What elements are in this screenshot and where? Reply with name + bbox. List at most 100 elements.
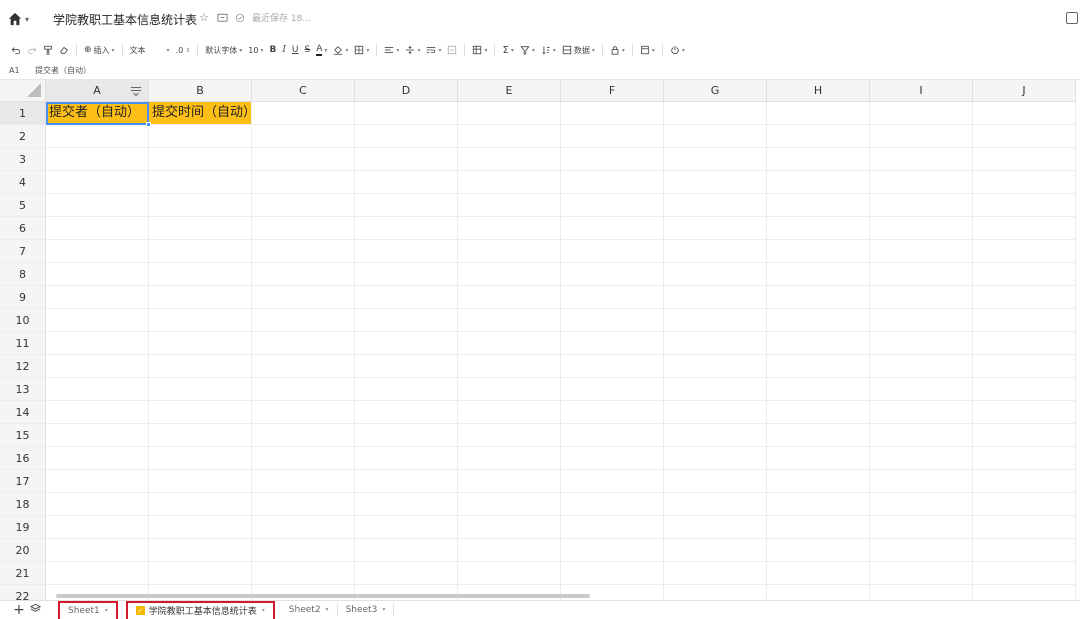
cell-e2[interactable] bbox=[458, 125, 561, 148]
row-header-19[interactable]: 19 bbox=[0, 516, 46, 539]
cell-d19[interactable] bbox=[355, 516, 458, 539]
cell-c19[interactable] bbox=[252, 516, 355, 539]
cell-g19[interactable] bbox=[664, 516, 767, 539]
cell-j15[interactable] bbox=[973, 424, 1076, 447]
cell-b2[interactable] bbox=[149, 125, 252, 148]
cell-e15[interactable] bbox=[458, 424, 561, 447]
cell-h6[interactable] bbox=[767, 217, 870, 240]
cell-a3[interactable] bbox=[46, 148, 149, 171]
horizontal-align-button[interactable]: ▾ bbox=[381, 41, 402, 59]
number-format-dropdown[interactable]: 文本 ▾ bbox=[127, 41, 173, 59]
cell-e8[interactable] bbox=[458, 263, 561, 286]
cell-b11[interactable] bbox=[149, 332, 252, 355]
cell-c5[interactable] bbox=[252, 194, 355, 217]
cell-b10[interactable] bbox=[149, 309, 252, 332]
cell-g4[interactable] bbox=[664, 171, 767, 194]
cell-g17[interactable] bbox=[664, 470, 767, 493]
cell-b17[interactable] bbox=[149, 470, 252, 493]
cell-f15[interactable] bbox=[561, 424, 664, 447]
row-header-16[interactable]: 16 bbox=[0, 447, 46, 470]
borders-button[interactable]: ▾ bbox=[351, 41, 372, 59]
sheet-tab-staff-info[interactable]: ✓ 学院教职工基本信息统计表 ▾ bbox=[125, 600, 275, 619]
cell-i14[interactable] bbox=[870, 401, 973, 424]
cell-d7[interactable] bbox=[355, 240, 458, 263]
cell-a16[interactable] bbox=[46, 447, 149, 470]
cell-e11[interactable] bbox=[458, 332, 561, 355]
cell-f17[interactable] bbox=[561, 470, 664, 493]
cell-g2[interactable] bbox=[664, 125, 767, 148]
add-sheet-button[interactable]: + bbox=[12, 603, 26, 617]
cell-g6[interactable] bbox=[664, 217, 767, 240]
row-header-3[interactable]: 3 bbox=[0, 148, 46, 171]
cell-reference[interactable]: A1 bbox=[0, 66, 30, 75]
cell-g12[interactable] bbox=[664, 355, 767, 378]
cell-a13[interactable] bbox=[46, 378, 149, 401]
cell-c10[interactable] bbox=[252, 309, 355, 332]
cell-h14[interactable] bbox=[767, 401, 870, 424]
cell-g1[interactable] bbox=[664, 102, 767, 125]
cell-f16[interactable] bbox=[561, 447, 664, 470]
cell-g20[interactable] bbox=[664, 539, 767, 562]
cell-a6[interactable] bbox=[46, 217, 149, 240]
cell-e18[interactable] bbox=[458, 493, 561, 516]
cell-c1[interactable] bbox=[252, 102, 355, 125]
cell-a4[interactable] bbox=[46, 171, 149, 194]
cell-i12[interactable] bbox=[870, 355, 973, 378]
cell-j17[interactable] bbox=[973, 470, 1076, 493]
cell-b5[interactable] bbox=[149, 194, 252, 217]
decimal-places-button[interactable]: .0 ⇕ bbox=[173, 41, 194, 59]
cell-i20[interactable] bbox=[870, 539, 973, 562]
cell-h9[interactable] bbox=[767, 286, 870, 309]
underline-button[interactable]: U bbox=[289, 41, 302, 59]
cell-e19[interactable] bbox=[458, 516, 561, 539]
cell-h18[interactable] bbox=[767, 493, 870, 516]
row-header-10[interactable]: 10 bbox=[0, 309, 46, 332]
cell-f12[interactable] bbox=[561, 355, 664, 378]
cell-g13[interactable] bbox=[664, 378, 767, 401]
cell-j11[interactable] bbox=[973, 332, 1076, 355]
cell-b1[interactable]: 提交时间（自动） bbox=[149, 102, 256, 125]
cell-c17[interactable] bbox=[252, 470, 355, 493]
cell-i4[interactable] bbox=[870, 171, 973, 194]
cell-b9[interactable] bbox=[149, 286, 252, 309]
cell-j16[interactable] bbox=[973, 447, 1076, 470]
row-header-22[interactable]: 22 bbox=[0, 585, 46, 600]
horizontal-scrollbar[interactable] bbox=[56, 594, 590, 598]
cell-f2[interactable] bbox=[561, 125, 664, 148]
folder-icon[interactable] bbox=[216, 12, 228, 24]
cell-i9[interactable] bbox=[870, 286, 973, 309]
cell-i17[interactable] bbox=[870, 470, 973, 493]
cell-e17[interactable] bbox=[458, 470, 561, 493]
panel-toggle-icon[interactable] bbox=[1066, 12, 1078, 24]
column-header-a[interactable]: A bbox=[46, 80, 149, 102]
cell-d11[interactable] bbox=[355, 332, 458, 355]
sum-button[interactable]: Σ ▾ bbox=[499, 41, 516, 59]
cell-g7[interactable] bbox=[664, 240, 767, 263]
column-header-f[interactable]: F bbox=[561, 80, 664, 102]
cell-b4[interactable] bbox=[149, 171, 252, 194]
cell-d2[interactable] bbox=[355, 125, 458, 148]
cell-j12[interactable] bbox=[973, 355, 1076, 378]
cell-d10[interactable] bbox=[355, 309, 458, 332]
cell-i19[interactable] bbox=[870, 516, 973, 539]
column-filter-icon[interactable] bbox=[130, 85, 142, 97]
cell-j22[interactable] bbox=[973, 585, 1076, 600]
freeze-button[interactable]: ▾ bbox=[637, 41, 658, 59]
row-header-8[interactable]: 8 bbox=[0, 263, 46, 286]
cell-e4[interactable] bbox=[458, 171, 561, 194]
cell-f9[interactable] bbox=[561, 286, 664, 309]
cell-d8[interactable] bbox=[355, 263, 458, 286]
cell-h19[interactable] bbox=[767, 516, 870, 539]
cell-j13[interactable] bbox=[973, 378, 1076, 401]
cell-i7[interactable] bbox=[870, 240, 973, 263]
column-header-d[interactable]: D bbox=[355, 80, 458, 102]
cell-a21[interactable] bbox=[46, 562, 149, 585]
row-header-12[interactable]: 12 bbox=[0, 355, 46, 378]
sort-button[interactable]: ▾ bbox=[538, 41, 559, 59]
cell-c16[interactable] bbox=[252, 447, 355, 470]
cell-g5[interactable] bbox=[664, 194, 767, 217]
sheet-list-button[interactable] bbox=[29, 603, 44, 617]
cell-j19[interactable] bbox=[973, 516, 1076, 539]
cell-d1[interactable] bbox=[355, 102, 458, 125]
row-header-2[interactable]: 2 bbox=[0, 125, 46, 148]
